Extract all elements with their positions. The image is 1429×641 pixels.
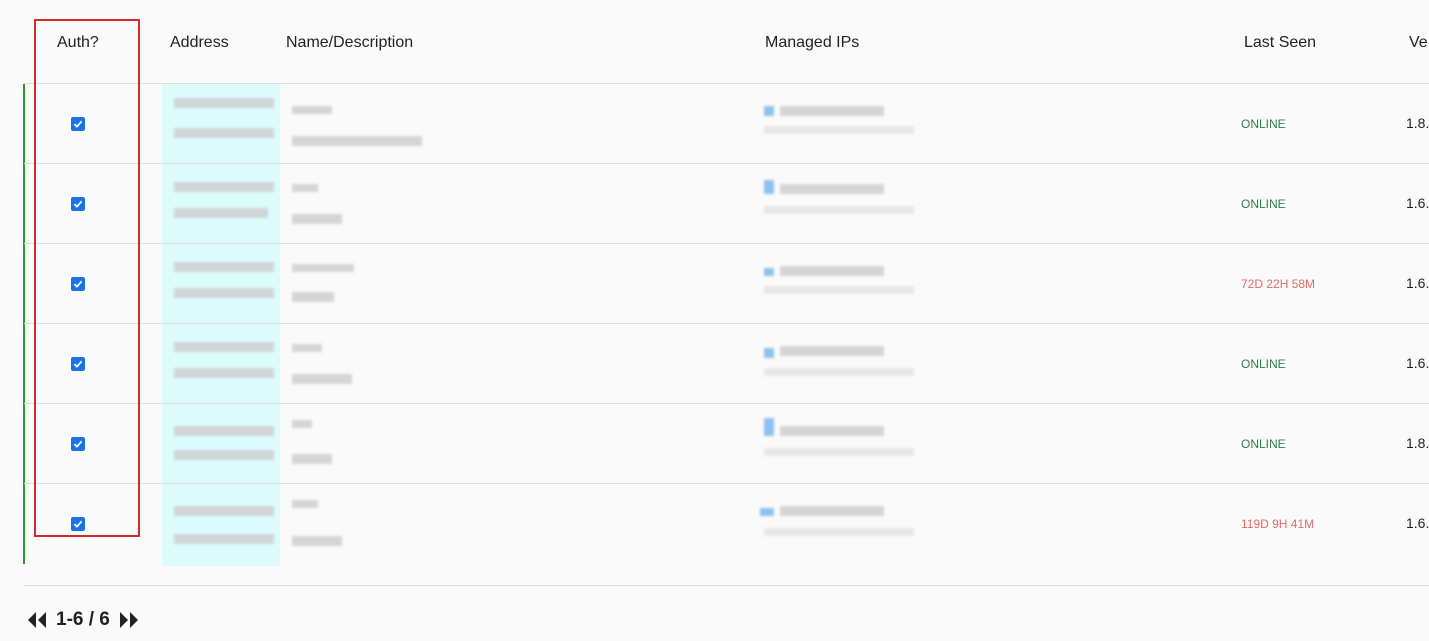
description-cell [292, 454, 332, 464]
name-cell [292, 184, 318, 192]
table-row: 72D 22H 58M 1.6. [24, 244, 1429, 324]
description-cell [292, 292, 334, 302]
managed-ip-marker [764, 268, 774, 276]
check-icon [73, 440, 83, 448]
description-cell [292, 374, 352, 384]
last-seen-status: ONLINE [1241, 437, 1286, 451]
managed-ip-marker [764, 418, 774, 436]
header-address[interactable]: Address [170, 34, 229, 52]
auth-checkbox[interactable] [71, 277, 85, 291]
check-icon [73, 120, 83, 128]
header-name-description[interactable]: Name/Description [286, 34, 413, 52]
auth-checkbox[interactable] [71, 437, 85, 451]
auth-checkbox[interactable] [71, 117, 85, 131]
table-row: ONLINE 1.8. [24, 84, 1429, 164]
address-cell [162, 84, 280, 164]
table-row: ONLINE 1.8. [24, 404, 1429, 484]
address-cell [162, 484, 280, 566]
managed-ip-cell [780, 506, 884, 516]
version-value: 1.8. [1406, 435, 1429, 451]
managed-ip-marker [764, 348, 774, 358]
managed-ip-cell [764, 286, 914, 294]
header-version[interactable]: Ve [1409, 34, 1428, 52]
header-last-seen[interactable]: Last Seen [1244, 34, 1316, 52]
address-cell [162, 164, 280, 244]
table-row: ONLINE 1.6. [24, 164, 1429, 244]
pagination-range: 1-6 / 6 [56, 609, 110, 630]
check-icon [73, 280, 83, 288]
name-cell [292, 500, 318, 508]
managed-ip-cell [764, 448, 914, 456]
check-icon [73, 360, 83, 368]
members-table-page: Auth? Address Name/Description Managed I… [0, 0, 1429, 641]
last-seen-status: 72D 22H 58M [1241, 277, 1316, 291]
check-icon [73, 520, 83, 528]
version-value: 1.8. [1406, 115, 1429, 131]
pagination: 1-6 / 6 [26, 609, 140, 631]
row-divider [24, 585, 1429, 586]
managed-ip-marker [764, 180, 774, 194]
auth-checkbox[interactable] [71, 197, 85, 211]
description-cell [292, 214, 342, 224]
auth-checkbox[interactable] [71, 357, 85, 371]
name-cell [292, 106, 332, 114]
auth-checkbox[interactable] [71, 517, 85, 531]
last-seen-status: ONLINE [1241, 197, 1286, 211]
managed-ip-cell [764, 368, 914, 376]
managed-ip-cell [780, 346, 884, 356]
managed-ip-cell [780, 426, 884, 436]
double-left-icon[interactable] [26, 611, 48, 629]
managed-ip-marker [760, 508, 774, 516]
double-right-icon[interactable] [118, 611, 140, 629]
managed-ip-cell [780, 106, 884, 116]
version-value: 1.6. [1406, 355, 1429, 371]
description-cell [292, 136, 422, 146]
last-seen-status: ONLINE [1241, 117, 1286, 131]
description-cell [292, 536, 342, 546]
header-managed-ips[interactable]: Managed IPs [765, 34, 859, 52]
last-seen-status: ONLINE [1241, 357, 1286, 371]
managed-ip-cell [764, 206, 914, 214]
header-auth[interactable]: Auth? [57, 34, 99, 52]
version-value: 1.6. [1406, 275, 1429, 291]
managed-ip-cell [780, 184, 884, 194]
table-row: 119D 9H 41M 1.6. [24, 484, 1429, 566]
address-cell [162, 324, 280, 404]
address-cell [162, 244, 280, 324]
managed-ip-cell [764, 126, 914, 134]
name-cell [292, 420, 312, 428]
managed-ip-marker [764, 106, 774, 116]
address-cell [162, 404, 280, 484]
managed-ip-cell [764, 528, 914, 536]
last-seen-status: 119D 9H 41M [1241, 517, 1315, 531]
managed-ip-cell [780, 266, 884, 276]
version-value: 1.6. [1406, 195, 1429, 211]
name-cell [292, 264, 354, 272]
table-row: ONLINE 1.6. [24, 324, 1429, 404]
check-icon [73, 200, 83, 208]
version-value: 1.6. [1406, 515, 1429, 531]
name-cell [292, 344, 322, 352]
